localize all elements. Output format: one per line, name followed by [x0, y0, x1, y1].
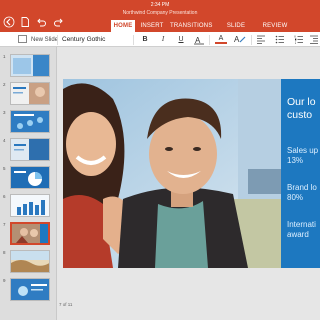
- slide-bullet-3-line2[interactable]: award: [287, 230, 309, 240]
- slide-count: 7 of 11: [59, 302, 73, 307]
- numbering-icon[interactable]: [294, 35, 304, 44]
- toolbar-divider: [133, 35, 134, 45]
- thumbnail-number: 5: [3, 166, 6, 171]
- document-title: Northwind Company Presentation: [122, 10, 198, 16]
- thumbnail-number: 9: [3, 278, 6, 283]
- slide-thumbnail-6[interactable]: [10, 194, 50, 217]
- font-name-select[interactable]: Century Gothic: [62, 35, 105, 45]
- slide-bullet-2-line1[interactable]: Brand lo: [287, 183, 317, 193]
- toolbar-divider: [209, 35, 210, 45]
- thumbnail-number: 4: [3, 138, 6, 143]
- thumbnail-number: 3: [3, 110, 6, 115]
- redo-icon[interactable]: [53, 16, 65, 28]
- svg-text:A: A: [234, 35, 240, 44]
- text-effects-icon[interactable]: A: [233, 34, 247, 45]
- tab-review[interactable]: REVIEW: [262, 20, 288, 32]
- strikethrough-icon[interactable]: A: [193, 35, 205, 45]
- toolbar-divider: [251, 35, 252, 45]
- slide-bullet-1-line1[interactable]: Sales up: [287, 146, 318, 156]
- thumbnail-number: 2: [3, 82, 6, 87]
- new-slide-icon[interactable]: [18, 35, 27, 43]
- home-toolbar: New Slide Century Gothic B I U A A A: [0, 32, 320, 47]
- bullets-icon[interactable]: [275, 35, 285, 44]
- ribbon-header: 2:34 PM Northwind Company Presentation H…: [0, 0, 320, 41]
- slide-bullet-2-line2[interactable]: 80%: [287, 193, 303, 203]
- slide-heading-line2[interactable]: custo: [287, 109, 312, 121]
- align-left-icon[interactable]: [256, 35, 266, 44]
- toolbar-divider: [57, 35, 58, 45]
- slide-thumbnail-panel[interactable]: 1 2 3 4 5 6 7 8 9: [0, 47, 57, 320]
- slide-thumbnail-3[interactable]: [10, 110, 50, 133]
- status-time: 2:34 PM: [150, 2, 170, 8]
- slide-thumbnail-5[interactable]: [10, 166, 50, 189]
- slide-thumbnail-9[interactable]: [10, 278, 50, 301]
- slide-thumbnail-1[interactable]: [10, 54, 50, 77]
- new-slide-button[interactable]: New Slide: [31, 35, 58, 45]
- thumbnail-number: 8: [3, 250, 6, 255]
- underline-button[interactable]: U: [175, 34, 187, 45]
- italic-button[interactable]: I: [157, 34, 169, 45]
- indent-icon[interactable]: [309, 35, 319, 44]
- tab-insert[interactable]: INSERT: [139, 20, 165, 32]
- file-icon[interactable]: [19, 16, 31, 28]
- bold-button[interactable]: B: [139, 34, 151, 45]
- undo-icon[interactable]: [35, 16, 47, 28]
- slide-bullet-1-line2[interactable]: 13%: [287, 156, 303, 166]
- slide-thumbnail-7-selected[interactable]: [10, 222, 50, 245]
- tab-home[interactable]: HOME: [111, 20, 135, 32]
- slide-heading-line1[interactable]: Our lo: [287, 96, 316, 108]
- tab-transitions[interactable]: TRANSITIONS: [170, 20, 212, 32]
- font-color-button[interactable]: A: [215, 34, 227, 44]
- slide-thumbnail-2[interactable]: [10, 82, 50, 105]
- thumbnail-number: 7: [3, 222, 6, 227]
- slide-bullet-3-line1[interactable]: Internati: [287, 220, 316, 230]
- thumbnail-number: 1: [3, 54, 6, 59]
- tab-slide-show[interactable]: SLIDE SHOW: [217, 20, 255, 41]
- slide-thumbnail-4[interactable]: [10, 138, 50, 161]
- back-arrow-icon[interactable]: [3, 16, 15, 28]
- powerpoint-app: 2:34 PM Northwind Company Presentation H…: [0, 0, 320, 320]
- thumbnail-number: 6: [3, 194, 6, 199]
- slide-thumbnail-8[interactable]: [10, 250, 50, 273]
